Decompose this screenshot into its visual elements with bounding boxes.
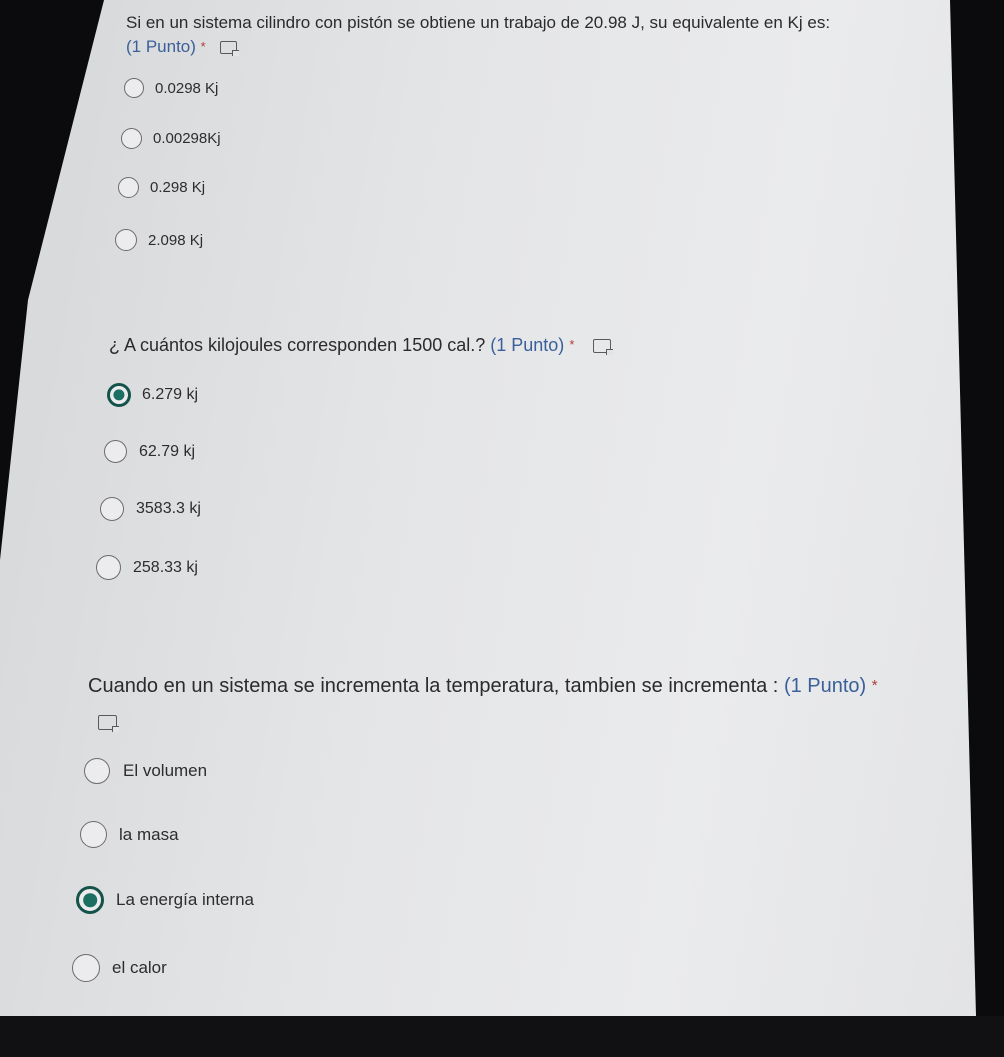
- option-label: 3583.3 kj: [136, 500, 201, 517]
- question-2-title: ¿ A cuántos kilojoules corresponden 1500…: [109, 335, 486, 355]
- question-2: ¿ A cuántos kilojoules corresponden 1500…: [109, 333, 614, 357]
- question-2-option-2[interactable]: 62.79 kj: [104, 440, 195, 463]
- immersive-reader-icon[interactable]: [220, 41, 240, 57]
- question-1-option-4[interactable]: 2.098 Kj: [115, 229, 203, 251]
- radio-button[interactable]: [121, 128, 142, 149]
- option-label: 0.00298Kj: [153, 130, 221, 147]
- radio-button-selected[interactable]: [107, 383, 131, 407]
- radio-button[interactable]: [115, 229, 137, 251]
- radio-button[interactable]: [96, 555, 121, 580]
- question-3-title: Cuando en un sistema se incrementa la te…: [88, 675, 779, 697]
- radio-button[interactable]: [84, 758, 110, 784]
- radio-button[interactable]: [80, 821, 107, 848]
- question-3-option-2[interactable]: la masa: [80, 821, 179, 848]
- question-1: Si en un sistema cilindro con pistón se …: [126, 11, 830, 59]
- form-page: Si en un sistema cilindro con pistón se …: [0, 0, 976, 1018]
- option-label: 258.33 kj: [133, 558, 198, 576]
- question-3-option-1[interactable]: El volumen: [84, 758, 207, 784]
- question-1-option-3[interactable]: 0.298 Kj: [118, 177, 205, 198]
- question-2-option-3[interactable]: 3583.3 kj: [100, 497, 201, 521]
- question-2-option-1[interactable]: 6.279 kj: [107, 383, 198, 407]
- question-2-required-mark: *: [569, 337, 575, 352]
- radio-button-selected[interactable]: [76, 886, 104, 914]
- question-3: Cuando en un sistema se incrementa la te…: [88, 673, 878, 735]
- question-3-points: (1 Punto): [783, 675, 867, 697]
- question-1-option-1[interactable]: 0.0298 Kj: [124, 78, 218, 98]
- photo-of-screen: Si en un sistema cilindro con pistón se …: [0, 0, 1004, 1057]
- device-bezel: [0, 1016, 1004, 1057]
- option-label: 2.098 Kj: [148, 231, 204, 249]
- option-label: la masa: [119, 824, 179, 844]
- option-label: 6.279 kj: [142, 386, 199, 403]
- question-1-required-mark: *: [200, 39, 206, 54]
- question-2-option-4[interactable]: 258.33 kj: [96, 555, 198, 580]
- question-1-points: (1 Punto): [126, 37, 196, 56]
- option-label: el calor: [112, 958, 167, 977]
- question-3-required-mark: *: [871, 677, 878, 694]
- question-3-option-3[interactable]: La energía interna: [76, 886, 254, 914]
- radio-button[interactable]: [124, 78, 144, 98]
- option-label: 0.298 Kj: [150, 179, 206, 196]
- radio-button[interactable]: [104, 440, 127, 463]
- radio-button[interactable]: [100, 497, 124, 521]
- option-label: 0.0298 Kj: [155, 79, 219, 97]
- option-label: La energía interna: [116, 890, 254, 909]
- option-label: 62.79 kj: [139, 442, 196, 460]
- immersive-reader-icon[interactable]: [98, 715, 119, 733]
- radio-button[interactable]: [118, 177, 139, 198]
- immersive-reader-icon[interactable]: [593, 339, 614, 356]
- question-1-title: Si en un sistema cilindro con pistón se …: [126, 13, 831, 32]
- radio-button[interactable]: [72, 954, 100, 982]
- question-3-option-4[interactable]: el calor: [72, 954, 167, 982]
- question-1-option-2[interactable]: 0.00298Kj: [121, 128, 221, 149]
- question-2-points: (1 Punto): [490, 335, 565, 355]
- option-label: El volumen: [123, 761, 208, 780]
